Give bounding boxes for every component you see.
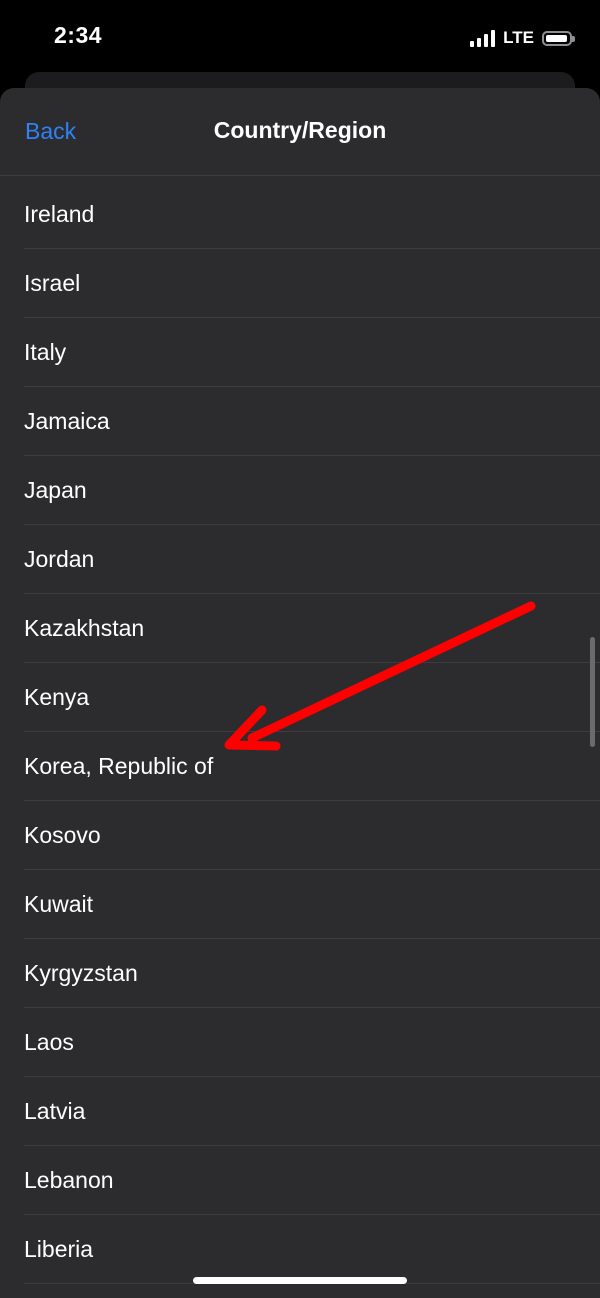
list-item[interactable]: Ireland [0,180,600,249]
phone-screen: 2:34 LTE Back Country/Region Ireland Isra… [0,0,600,1298]
list-item[interactable]: Liberia [0,1215,600,1284]
list-item[interactable]: Korea, Republic of [0,732,600,801]
network-type-label: LTE [503,28,534,47]
list-item[interactable]: Jordan [0,525,600,594]
list-item[interactable]: Kenya [0,663,600,732]
country-label: Korea, Republic of [24,753,214,779]
country-label: Kosovo [24,822,101,848]
status-time: 2:34 [54,22,103,48]
country-label: Ireland [24,201,95,227]
country-label: Laos [24,1029,74,1055]
list-item[interactable]: Israel [0,249,600,318]
list-item[interactable]: Japan [0,456,600,525]
country-label: Liberia [24,1236,94,1262]
status-indicators: LTE [470,26,575,50]
country-label: Kazakhstan [24,615,145,641]
country-label: Kyrgyzstan [24,960,138,986]
list-item[interactable]: Laos [0,1008,600,1077]
list-item[interactable]: Kyrgyzstan [0,939,600,1008]
country-label: Japan [24,477,87,503]
list-item[interactable]: Kazakhstan [0,594,600,663]
list-item[interactable]: Kuwait [0,870,600,939]
country-label: Kenya [24,684,90,710]
country-label: Jamaica [24,408,110,434]
page-title: Country/Region [213,117,387,143]
list-item[interactable]: Latvia [0,1077,600,1146]
scroll-indicator[interactable] [590,637,595,747]
country-label: Kuwait [24,891,94,917]
battery-icon [542,30,575,46]
country-label: Israel [24,270,81,296]
country-label: Lebanon [24,1167,114,1193]
country-label: Jordan [24,546,95,572]
country-label: Italy [24,339,67,365]
country-list: Ireland Israel Italy Jamaica Japan Jordan Kaza… [0,180,600,1284]
status-bar: 2:34 LTE [0,0,600,76]
country-label: Latvia [24,1098,86,1124]
list-item[interactable]: Jamaica [0,387,600,456]
navigation-bar: Back Country/Region [0,88,600,176]
list-item[interactable]: Italy [0,318,600,387]
list-item[interactable]: Lebanon [0,1146,600,1215]
country-region-sheet: Back Country/Region Ireland Israel Italy Ja… [0,88,600,1298]
cellular-signal-icon [470,29,496,47]
home-indicator[interactable] [193,1277,407,1284]
list-item[interactable]: Kosovo [0,801,600,870]
